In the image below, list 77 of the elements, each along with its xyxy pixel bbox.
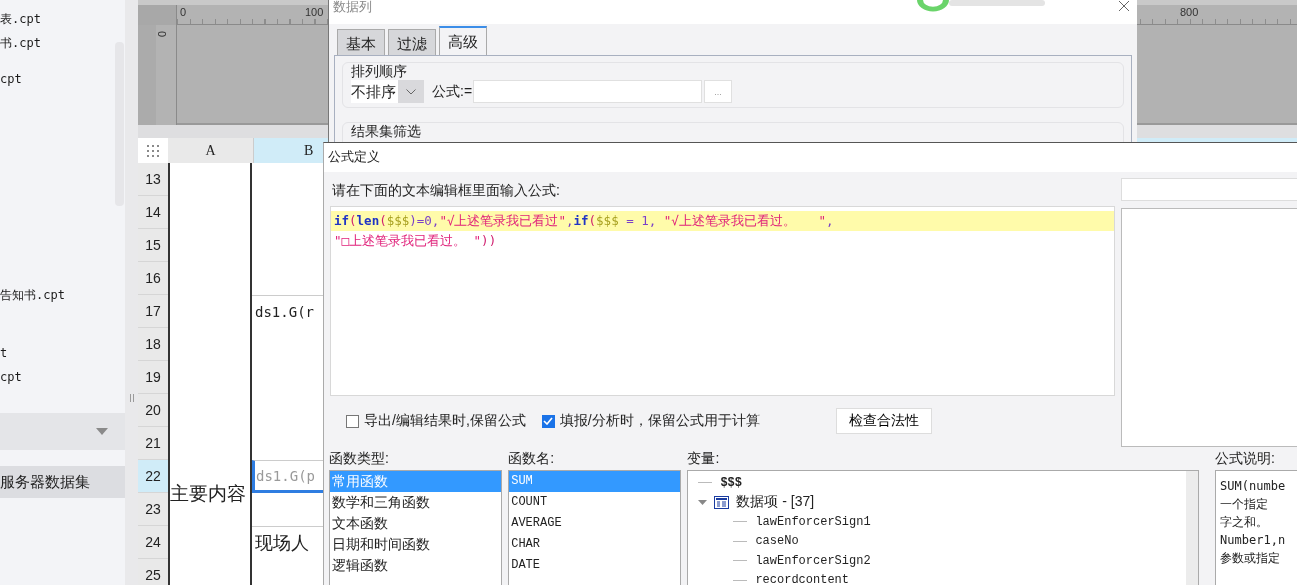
tree-item[interactable]: $$$ [720, 475, 742, 490]
list-item[interactable]: 文本函数 [330, 513, 502, 534]
checkmark-icon [543, 417, 554, 425]
file-item[interactable]: t [0, 346, 8, 360]
description-text: Number1,n [1220, 532, 1287, 549]
row-number[interactable]: 14 [138, 196, 168, 229]
row-number[interactable]: 18 [138, 328, 168, 361]
dropdown-arrow-icon [96, 428, 108, 435]
checkbox-label: 填报/分析时，保留公式用于计算 [559, 412, 760, 430]
sort-dropdown[interactable]: 不排序 [351, 80, 424, 103]
row-number[interactable]: 16 [138, 262, 168, 295]
file-item[interactable]: cpt [0, 72, 22, 86]
checkbox[interactable] [541, 414, 555, 428]
tree-item[interactable]: recordcontent [755, 573, 850, 585]
checkbox[interactable] [346, 414, 359, 428]
grid-select-icon [147, 144, 159, 157]
description-text: 一个指定 [1220, 496, 1270, 513]
ruler-label: 0 [156, 30, 169, 38]
description-text: SUM(numbe [1220, 478, 1287, 495]
list-item[interactable]: AVERAGE [509, 513, 681, 534]
row-number[interactable]: 22 [138, 460, 168, 493]
row-number[interactable]: 23 [138, 493, 168, 526]
list-item[interactable]: 日期和时间函数 [330, 534, 502, 555]
prompt-label: 请在下面的文本编辑框里面输入公式: [331, 181, 561, 200]
row-number[interactable]: 25 [138, 559, 168, 585]
chevron-down-icon [406, 88, 416, 95]
list-title: 函数名: [508, 449, 556, 468]
table-cell[interactable]: 现场人 [255, 531, 309, 555]
description-text: 字之和。 [1220, 514, 1270, 531]
list-title: 变量: [687, 449, 721, 468]
search-field[interactable] [1121, 178, 1297, 201]
dialog-title: 公式定义 [324, 143, 1297, 172]
scrollbar[interactable] [1186, 471, 1199, 585]
row-number[interactable]: 20 [138, 394, 168, 427]
expand-arrow-icon[interactable] [698, 497, 708, 507]
file-item[interactable]: 表.cpt [0, 12, 41, 26]
ruler-label: 100 [305, 6, 324, 18]
row-number[interactable]: 17 [138, 295, 168, 328]
dataset-item[interactable]: 服务器数据集 [0, 466, 125, 498]
row-number[interactable]: 13 [138, 163, 168, 196]
code-line: "□上述笔录我已看过。 ")) [333, 232, 498, 250]
file-item[interactable]: 告知书.cpt [0, 288, 65, 302]
row-number[interactable]: 19 [138, 361, 168, 394]
table-cell[interactable]: 主要内容 [170, 481, 246, 507]
list-title: 函数类型: [329, 449, 390, 468]
tree-item[interactable]: lawEnforcerSign1 [755, 514, 871, 529]
description-text: 参数或指定 [1220, 550, 1282, 567]
table-cell[interactable]: ds1.G(r [255, 304, 314, 320]
formula-editor[interactable]: if(len($$$)=0,"√上述笔录我已看过",if($$$ = 1, "√上述笔录我已看过。 ", "□上述笔录我已看过。 ")) [330, 206, 1115, 396]
row-number[interactable]: 15 [138, 229, 168, 262]
list-item[interactable]: 逻辑函数 [330, 555, 502, 576]
tree-item[interactable]: lawEnforcerSign2 [755, 553, 871, 568]
list-item[interactable]: 数学和三角函数 [330, 492, 502, 513]
file-item[interactable]: 书.cpt [0, 36, 41, 50]
list-item[interactable]: DATE [509, 555, 681, 576]
check-button[interactable]: 检查合法性 [835, 408, 932, 434]
list-title: 公式说明: [1215, 449, 1276, 468]
group-title: 排列顺序 [351, 62, 408, 80]
list-item[interactable]: COUNT [509, 492, 681, 513]
group-title: 结果集筛选 [351, 122, 422, 140]
file-item[interactable]: cpt [0, 370, 22, 384]
ruler-label: 0 [180, 6, 187, 18]
dialog-title: 数据列 [333, 0, 372, 16]
close-icon [1118, 0, 1130, 12]
tab[interactable]: 高级 [439, 26, 487, 55]
row-number[interactable]: 24 [138, 526, 168, 559]
table-icon [714, 495, 730, 509]
tab[interactable]: 基本 [337, 29, 385, 55]
formula-label: 公式:= [432, 82, 473, 101]
checkbox-label: 导出/编辑结果时,保留公式 [364, 412, 526, 430]
tree-item[interactable]: caseNo [755, 534, 799, 549]
list-item[interactable]: CHAR [509, 534, 681, 555]
tab[interactable]: 过滤 [388, 29, 436, 55]
ruler-label: 800 [1180, 6, 1199, 18]
tree-item[interactable]: 数据项 - [37] [736, 493, 815, 512]
formula-field[interactable] [473, 80, 703, 103]
grip-icon [129, 394, 134, 402]
